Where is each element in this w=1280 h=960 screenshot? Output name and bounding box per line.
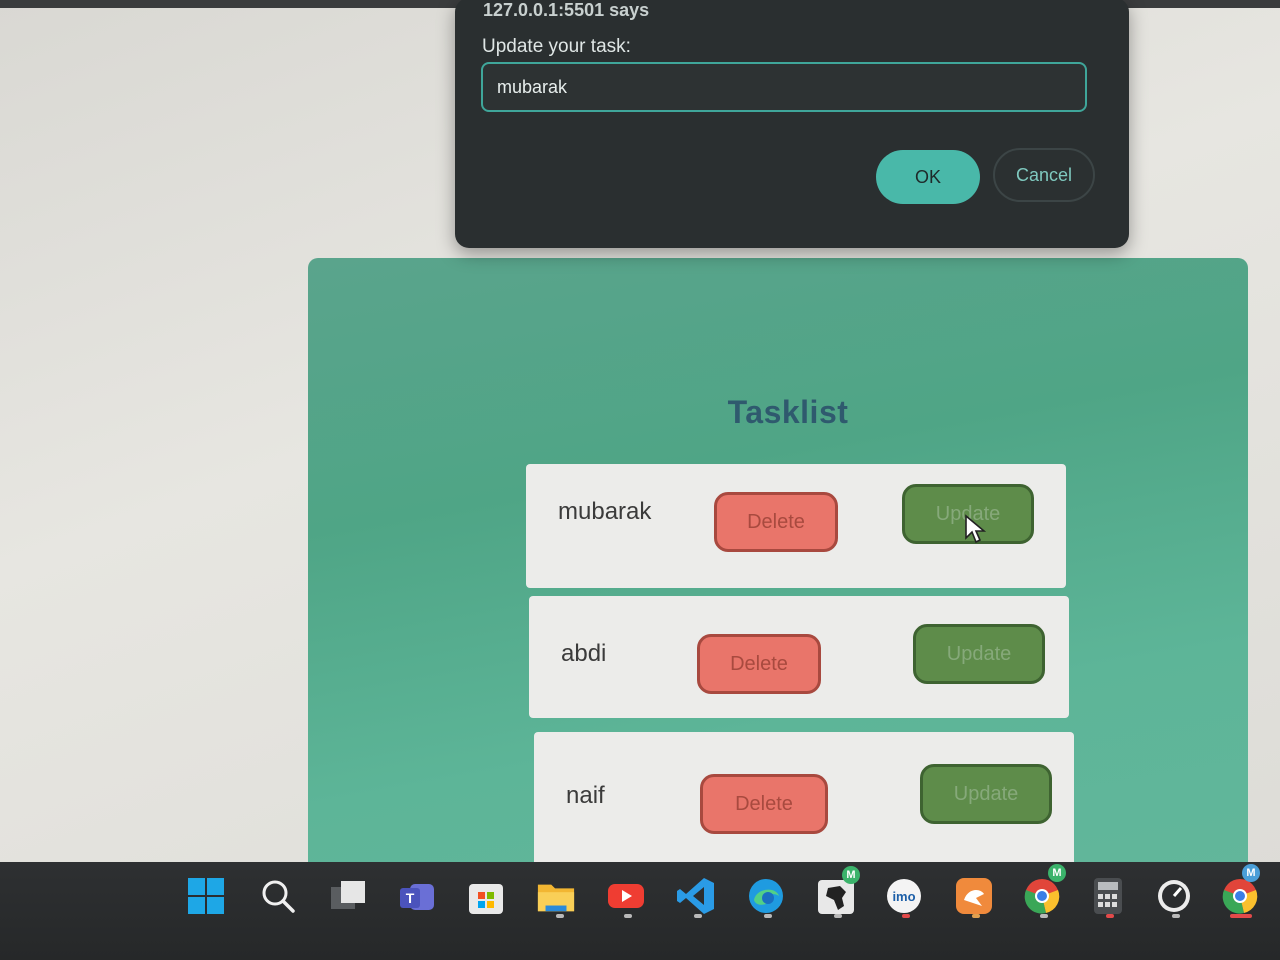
vscode-icon[interactable] — [676, 876, 716, 916]
tasklist-app: Tasklist mubarak Delete Update abdi Dele… — [308, 258, 1248, 878]
taskbar: T M imo M M — [0, 862, 1280, 960]
update-button[interactable]: Update — [920, 764, 1052, 824]
browser-page: Tasklist mubarak Delete Update abdi Dele… — [0, 0, 1280, 878]
chrome-icon[interactable]: M — [1220, 864, 1260, 916]
edge-icon[interactable] — [746, 876, 786, 916]
delete-button[interactable]: Delete — [697, 634, 821, 694]
taskbar-running-indicator — [972, 914, 980, 918]
profile-badge: M — [1242, 864, 1260, 882]
taskbar-running-indicator — [764, 914, 772, 918]
task-update-input[interactable] — [481, 62, 1087, 112]
search-icon[interactable] — [258, 876, 298, 916]
imo-label: imo — [892, 889, 915, 904]
taskbar-running-indicator — [556, 914, 564, 918]
delete-button[interactable]: Delete — [700, 774, 828, 834]
chrome-icon[interactable]: M — [1022, 864, 1066, 916]
update-button[interactable]: Update — [913, 624, 1045, 684]
taskbar-running-indicator — [1106, 914, 1114, 918]
windows-start-icon[interactable] — [186, 876, 226, 916]
taskbar-running-indicator — [834, 914, 842, 918]
imo-icon[interactable]: imo — [884, 876, 924, 916]
profile-badge: M — [1048, 864, 1066, 882]
taskbar-running-indicator — [624, 914, 632, 918]
calculator-icon[interactable] — [1088, 876, 1128, 916]
taskbar-running-indicator — [1230, 914, 1252, 918]
task-item: abdi Delete Update — [529, 596, 1069, 718]
youtube-icon[interactable] — [606, 876, 646, 916]
dialog-origin: 127.0.0.1:5501 says — [483, 0, 650, 20]
taskbar-running-indicator — [1172, 914, 1180, 918]
taskbar-running-indicator — [902, 914, 910, 918]
africa-app-icon[interactable]: M — [816, 866, 860, 916]
teams-icon[interactable]: T — [398, 876, 438, 916]
cancel-button[interactable]: Cancel — [993, 148, 1095, 202]
prompt-dialog: 127.0.0.1:5501 says Update your task: OK… — [455, 0, 1129, 248]
file-explorer-icon[interactable] — [536, 876, 576, 916]
dialog-message: Update your task: — [482, 36, 631, 57]
pigeon-app-icon[interactable] — [954, 876, 994, 916]
taskbar-running-indicator — [694, 914, 702, 918]
task-view-icon[interactable] — [328, 876, 368, 916]
task-name: naif — [566, 782, 605, 809]
notification-badge: M — [842, 866, 860, 884]
task-name: abdi — [561, 640, 607, 667]
task-name: mubarak — [558, 498, 652, 525]
ok-button[interactable]: OK — [876, 150, 980, 204]
speedometer-icon[interactable] — [1154, 876, 1194, 916]
page-title: Tasklist — [727, 394, 849, 430]
task-item: naif Delete Update — [534, 732, 1074, 878]
svg-text:T: T — [406, 890, 415, 906]
taskbar-running-indicator — [1040, 914, 1048, 918]
delete-button[interactable]: Delete — [714, 492, 838, 552]
store-icon[interactable] — [466, 876, 506, 916]
mouse-cursor-icon — [965, 514, 986, 544]
